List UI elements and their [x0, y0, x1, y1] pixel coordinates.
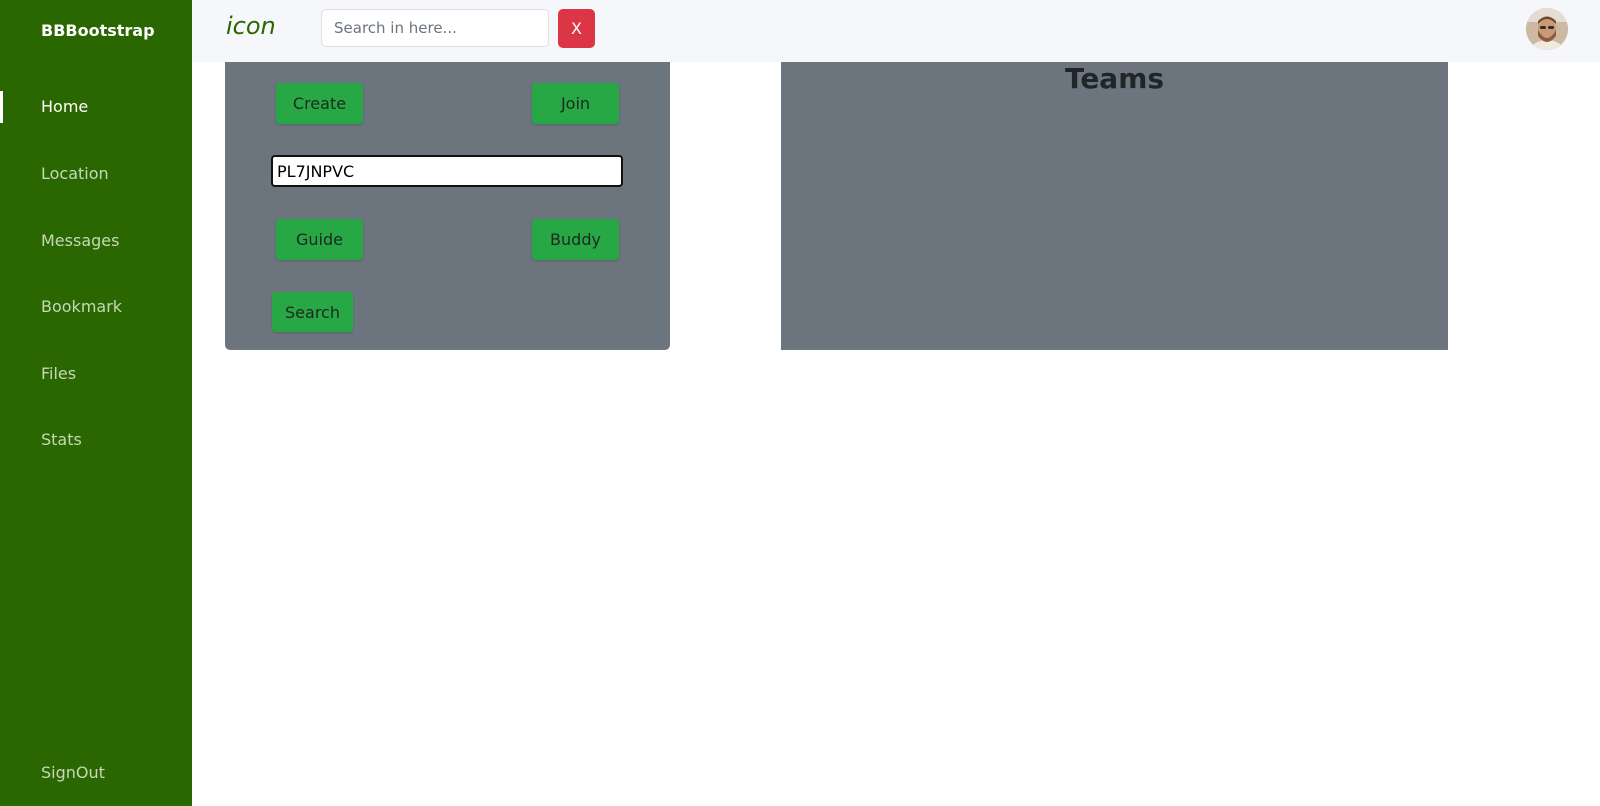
- sidebar-item-files[interactable]: Files: [0, 354, 192, 394]
- sidebar-item-label: Bookmark: [41, 297, 123, 316]
- guide-button[interactable]: Guide: [276, 219, 363, 260]
- sidebar-item-bookmark[interactable]: Bookmark: [0, 287, 192, 327]
- sidebar: BBBootstrap Home Location Messages Bookm…: [0, 0, 192, 806]
- sidebar-item-messages[interactable]: Messages: [0, 221, 192, 261]
- search-button[interactable]: Search: [272, 292, 353, 332]
- teams-panel: Teams: [781, 62, 1448, 350]
- create-button[interactable]: Create: [276, 83, 363, 124]
- sidebar-item-home[interactable]: Home: [0, 87, 192, 127]
- avatar-image: [1526, 8, 1568, 50]
- clear-search-button[interactable]: X: [558, 9, 595, 48]
- sidebar-item-label: Files: [41, 364, 77, 383]
- search-input[interactable]: [321, 9, 549, 47]
- sidebar-item-label: Home: [41, 97, 89, 116]
- sidebar-item-label: Location: [41, 164, 109, 183]
- teams-title: Teams: [1064, 62, 1165, 95]
- team-code-input[interactable]: [271, 155, 623, 187]
- avatar[interactable]: [1526, 8, 1568, 50]
- sidebar-item-label: Stats: [41, 430, 82, 449]
- signout-label: SignOut: [41, 763, 105, 782]
- logo-text: icon: [226, 12, 276, 40]
- active-indicator: [0, 91, 3, 123]
- brand-name[interactable]: BBBootstrap: [41, 21, 155, 40]
- join-button[interactable]: Join: [532, 83, 619, 124]
- sidebar-item-label: Messages: [41, 231, 120, 250]
- signout-link[interactable]: SignOut: [0, 753, 192, 793]
- sidebar-item-location[interactable]: Location: [0, 154, 192, 194]
- sidebar-item-stats[interactable]: Stats: [0, 420, 192, 460]
- buddy-button[interactable]: Buddy: [532, 219, 619, 260]
